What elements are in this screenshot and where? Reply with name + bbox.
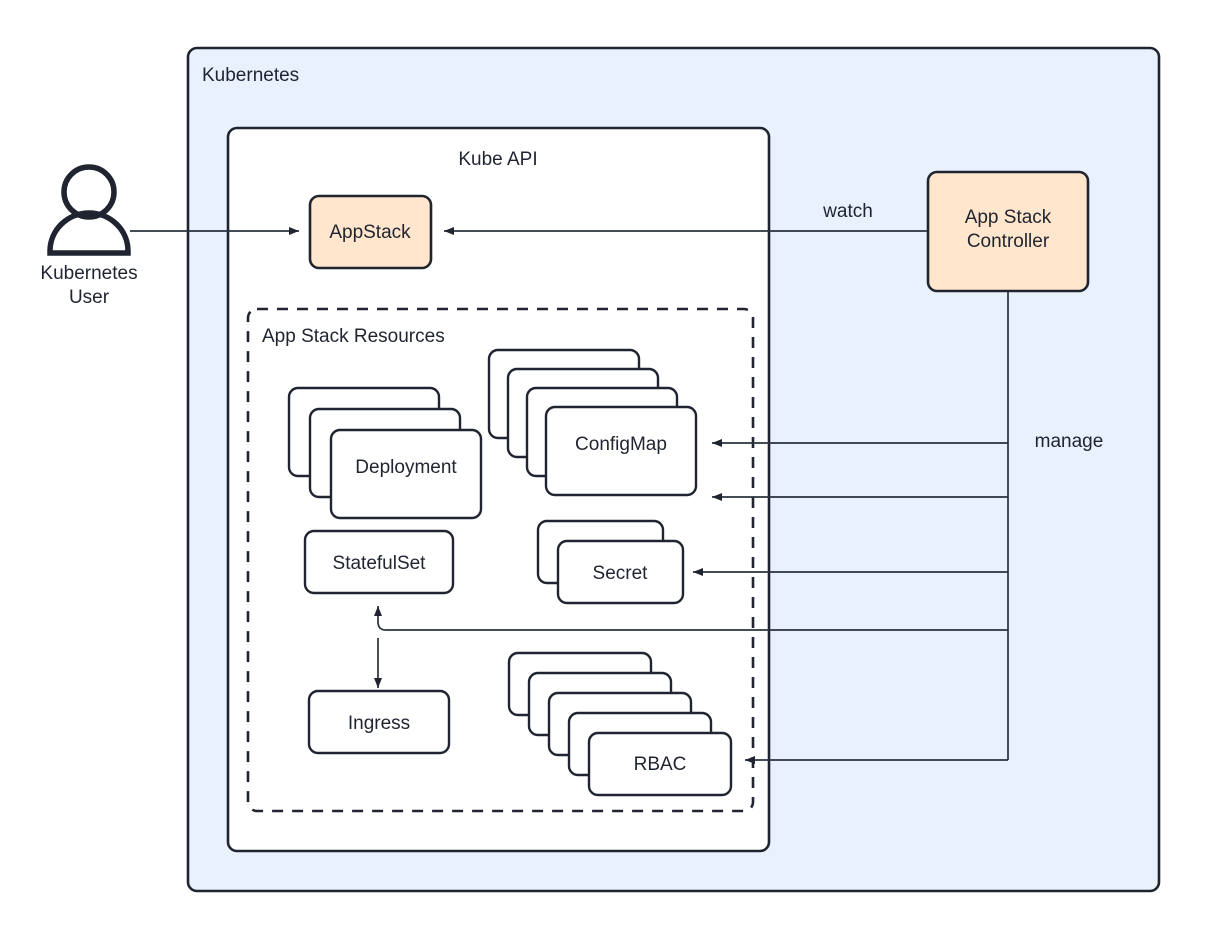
node-secret-label: Secret [593,563,649,584]
node-appstack[interactable]: AppStack [308,194,433,270]
node-appstack-label: AppStack [329,222,411,243]
node-statefulset[interactable]: StatefulSet [303,529,455,595]
actor-label-line2: User [69,287,110,308]
node-ingress-label: Ingress [348,713,410,734]
node-statefulset-label: StatefulSet [333,553,427,574]
cluster-kubernetes-label: Kubernetes [202,65,299,86]
edge-controller-manage-label: manage [1035,431,1104,452]
node-configmap-label: ConfigMap [575,434,667,455]
cluster-app-stack-resources-label: App Stack Resources [262,326,445,347]
node-ingress[interactable]: Ingress [307,689,451,755]
node-app-stack-controller[interactable]: App Stack Controller [926,170,1090,293]
user-icon [47,164,131,256]
node-rbac-label: RBAC [634,754,687,775]
actor-kubernetes-user[interactable]: Kubernetes User [40,164,138,308]
actor-label-line1: Kubernetes [40,263,137,284]
architecture-diagram: Kubernetes Kube API App Stack Resources … [40,46,1161,893]
cluster-kube-api-label: Kube API [458,149,537,170]
node-deployment-label: Deployment [355,457,457,478]
node-controller-label-line2: Controller [967,231,1050,252]
node-controller-label-line1: App Stack [965,207,1052,228]
node-secret[interactable]: Secret [536,519,685,605]
diagram-canvas: Kubernetes Kube API App Stack Resources … [0,0,1229,932]
edge-controller-watch-label: watch [822,201,873,222]
